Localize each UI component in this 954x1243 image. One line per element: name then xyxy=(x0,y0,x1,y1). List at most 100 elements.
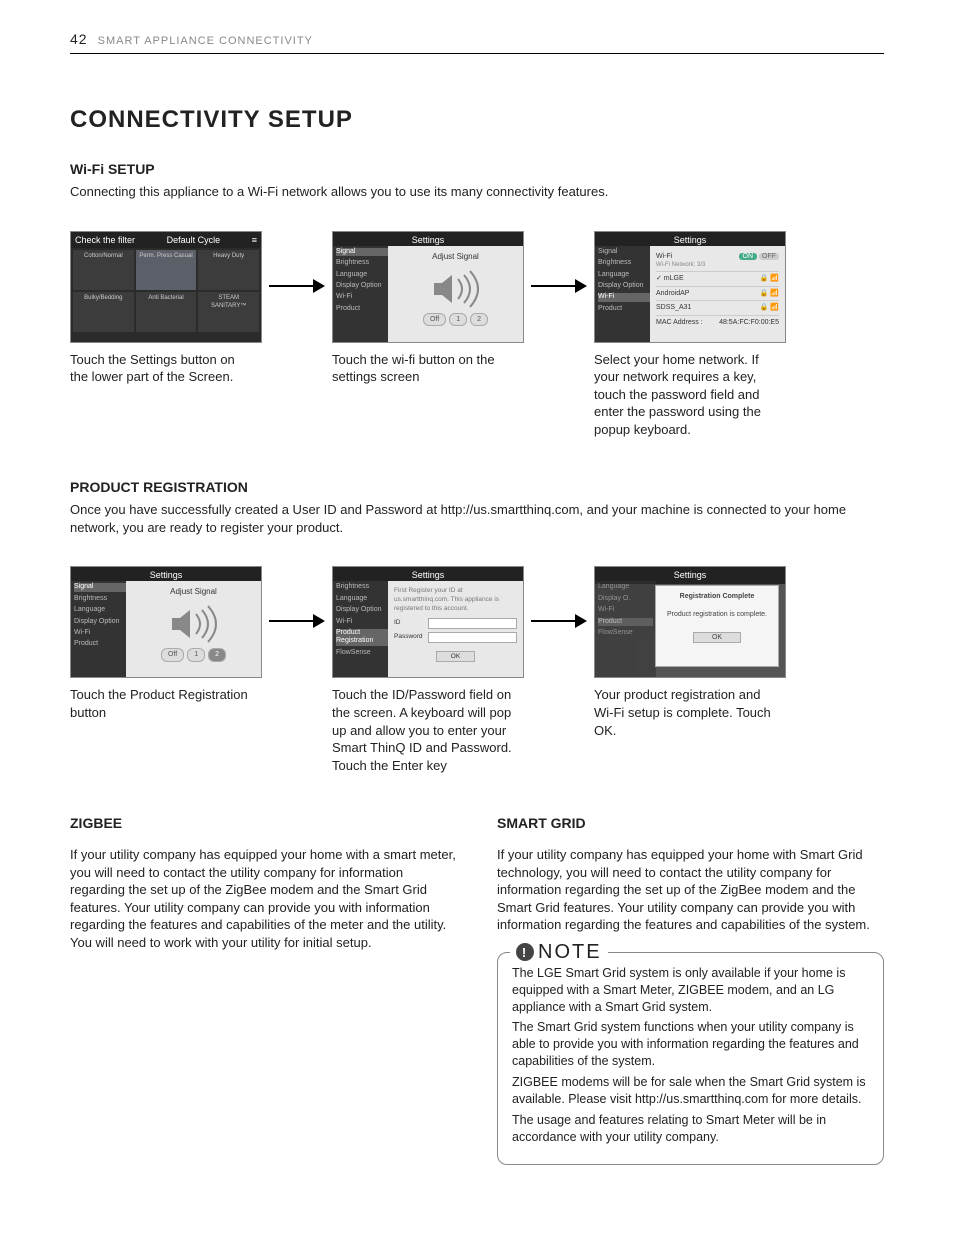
toggle-off: OFF xyxy=(759,253,779,260)
screenshot-default-cycle: Check the filter Default Cycle ≡ Cotton/… xyxy=(70,231,262,343)
note-label: NOTE xyxy=(538,939,602,966)
label: MAC Address : xyxy=(656,318,703,327)
zigbee-heading: ZIGBEE xyxy=(70,814,457,833)
label: Default Cycle xyxy=(167,234,221,246)
note-box: ! NOTE The LGE Smart Grid system is only… xyxy=(497,952,884,1165)
note-p4: The usage and features relating to Smart… xyxy=(512,1112,869,1146)
reg-step-1: Settings Signal Brightness Language Disp… xyxy=(70,566,262,721)
page-number: 42 xyxy=(70,31,88,47)
side-item: Display Option xyxy=(336,606,391,614)
product-reg-steps: Settings Signal Brightness Language Disp… xyxy=(70,566,884,774)
wifi-intro: Connecting this appliance to a Wi-Fi net… xyxy=(70,183,884,201)
ok-button: OK xyxy=(693,632,741,643)
chapter-title: SMART APPLIANCE CONNECTIVITY xyxy=(98,35,313,47)
signal-button: Off xyxy=(161,648,184,661)
side-item: Signal xyxy=(74,583,129,591)
wifi-step3-caption: Select your home network. If your networ… xyxy=(594,351,786,439)
label: Product registration is complete. xyxy=(662,610,772,619)
signal-button: 2 xyxy=(208,648,226,661)
network-item: AndroidAP xyxy=(656,289,689,298)
note-p3: ZIGBEE modems will be for sale when the … xyxy=(512,1074,869,1108)
product-reg-intro: Once you have successfully created a Use… xyxy=(70,501,884,536)
label: Adjust Signal xyxy=(394,252,517,263)
side-item: Language xyxy=(74,606,129,614)
label: ID xyxy=(394,619,428,628)
reg-step3-caption: Your product registration and Wi-Fi setu… xyxy=(594,686,786,739)
side-item: Brightness xyxy=(336,259,391,267)
reg-step-2: Settings Brightness Language Display Opt… xyxy=(332,566,524,774)
wifi-step1-caption: Touch the Settings button on the lower p… xyxy=(70,351,262,386)
screenshot-settings-wifi-list: Settings Signal Brightness Language Disp… xyxy=(594,231,786,343)
lock-icon: 🔒 📶 xyxy=(760,274,779,283)
side-item: Brightness xyxy=(74,595,129,603)
screenshot-settings-signal: Settings Signal Brightness Language Disp… xyxy=(332,231,524,343)
side-item: Wi-Fi xyxy=(336,618,391,626)
page-title: CONNECTIVITY SETUP xyxy=(70,104,884,136)
cycle-cell: Anti Bacterial xyxy=(136,292,197,332)
network-item: ✓ mLGE xyxy=(656,274,684,283)
wifi-step2-caption: Touch the wi-fi button on the settings s… xyxy=(332,351,524,386)
zigbee-section: ZIGBEE If your utility company has equip… xyxy=(70,814,457,1164)
side-item: Display Option xyxy=(598,282,653,290)
cycle-cell: Bulky/Bedding xyxy=(73,292,134,332)
exclamation-icon: ! xyxy=(516,943,534,961)
side-item: Brightness xyxy=(598,259,653,267)
wifi-heading: Wi-Fi SETUP xyxy=(70,160,884,179)
reg-step-3: Settings LanguageDisplay O.Wi-FiProductF… xyxy=(594,566,786,739)
signal-button: 2 xyxy=(470,313,488,326)
password-input xyxy=(428,632,517,643)
wifi-steps: Check the filter Default Cycle ≡ Cotton/… xyxy=(70,231,884,439)
label: Registration Complete xyxy=(662,592,772,601)
side-item: Product xyxy=(336,305,391,313)
side-item: Product Registration xyxy=(336,629,391,646)
side-item: Language xyxy=(336,271,391,279)
page-header: 42 SMART APPLIANCE CONNECTIVITY xyxy=(70,30,884,54)
arrow-icon xyxy=(524,566,594,676)
network-item: SDSS_A31 xyxy=(656,303,691,312)
lock-icon: 🔒 📶 xyxy=(760,303,779,312)
wifi-step-2: Settings Signal Brightness Language Disp… xyxy=(332,231,524,386)
wifi-step-1: Check the filter Default Cycle ≡ Cotton/… xyxy=(70,231,262,386)
zigbee-body: If your utility company has equipped you… xyxy=(70,846,457,951)
side-item: Language xyxy=(598,271,653,279)
arrow-icon xyxy=(524,231,594,341)
arrow-icon xyxy=(262,566,332,676)
side-item: Product xyxy=(74,640,129,648)
label: Wi-Fi Network: 3/3 xyxy=(656,261,779,269)
label: Password xyxy=(394,633,428,642)
cycle-cell: Perm. Press Casual xyxy=(136,250,197,290)
side-item: Signal xyxy=(336,248,391,256)
smartgrid-section: SMART GRID If your utility company has e… xyxy=(497,814,884,1164)
side-item: Wi-Fi xyxy=(74,629,129,637)
note-title: ! NOTE xyxy=(510,939,608,966)
side-item: Display Option xyxy=(336,282,391,290)
note-p1: The LGE Smart Grid system is only availa… xyxy=(512,965,869,1016)
side-item: Wi-Fi xyxy=(598,293,653,301)
label: 48:5A:FC:F0:00:E5 xyxy=(719,318,779,327)
screenshot-settings-reg2: Settings Brightness Language Display Opt… xyxy=(332,566,524,678)
reg-step1-caption: Touch the Product Registration button xyxy=(70,686,262,721)
screenshot-settings-reg1: Settings Signal Brightness Language Disp… xyxy=(70,566,262,678)
product-reg-heading: PRODUCT REGISTRATION xyxy=(70,478,884,497)
note-p2: The Smart Grid system functions when you… xyxy=(512,1019,869,1070)
cycle-cell: Heavy Duty xyxy=(198,250,259,290)
side-item: Brightness xyxy=(336,583,391,591)
toggle-on: ON xyxy=(739,253,758,260)
lock-icon: 🔒 📶 xyxy=(760,289,779,298)
reg-step2-caption: Touch the ID/Password field on the scree… xyxy=(332,686,524,774)
menu-icon: ≡ xyxy=(252,234,257,246)
signal-button: 1 xyxy=(187,648,205,661)
side-item: Language xyxy=(336,595,391,603)
label: First Register your ID at us.smartthinq.… xyxy=(394,587,517,613)
wifi-step-3: Settings Signal Brightness Language Disp… xyxy=(594,231,786,439)
side-item: Signal xyxy=(598,248,653,256)
side-item: Wi-Fi xyxy=(336,293,391,301)
smartgrid-body: If your utility company has equipped you… xyxy=(497,846,884,934)
label: Check the filter xyxy=(75,234,135,246)
side-item: Display Option xyxy=(74,618,129,626)
label: Wi-Fi xyxy=(656,252,672,261)
cycle-cell: Cotton/Normal xyxy=(73,250,134,290)
side-item: FlowSense xyxy=(336,649,391,657)
signal-button: Off xyxy=(423,313,446,326)
ok-button: OK xyxy=(436,651,475,662)
